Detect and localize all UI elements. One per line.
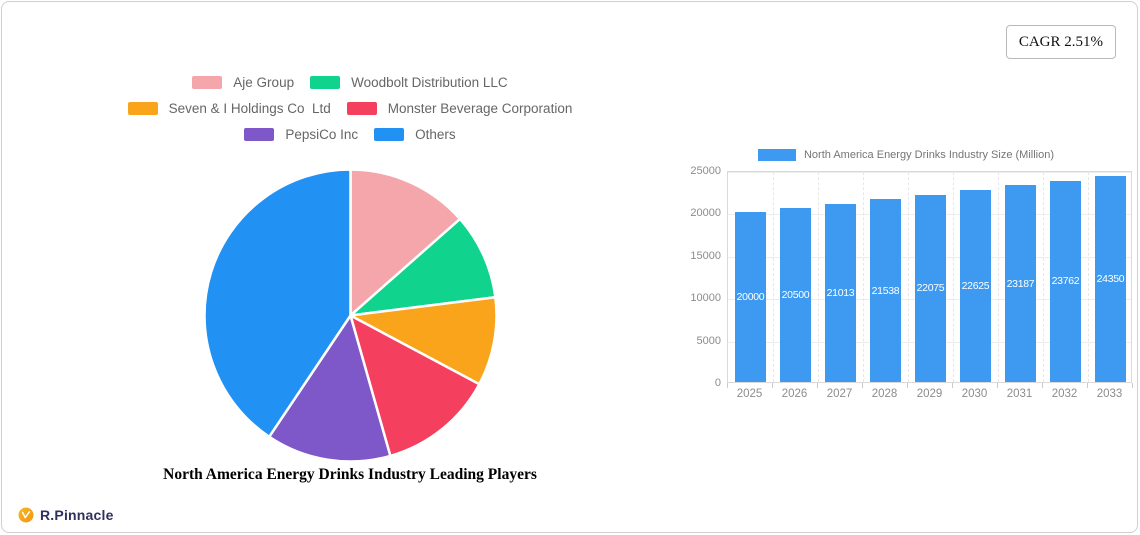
x-axis-tick-label: 2028 (871, 388, 898, 400)
bar-2031[interactable]: 23187 (1005, 185, 1036, 382)
bar-value-label: 20500 (781, 289, 810, 302)
bar-legend-swatch (757, 149, 796, 161)
pie-legend-row: Aje Group Woodbolt Distribution LLC (50, 75, 650, 90)
bar-value-label: 21538 (871, 284, 900, 297)
x-axis-tick-mark (862, 383, 863, 388)
x-axis-tick-label: 2031 (1006, 388, 1033, 400)
gridline-vertical (1043, 172, 1044, 382)
bar-value-label: 23762 (1051, 275, 1080, 288)
x-axis-tick-mark (817, 383, 818, 388)
legend-item-aje-group[interactable]: Aje Group (192, 75, 294, 90)
legend-label: Others (415, 127, 456, 142)
legend-swatch-pepsico-inc (244, 128, 275, 141)
bar-chart-section: North America Energy Drinks Industry Siz… (680, 147, 1133, 409)
legend-label: Seven & I Holdings Co Ltd (168, 101, 331, 116)
legend-item-pepsico-inc[interactable]: PepsiCo Inc (244, 127, 358, 142)
bar-value-label: 22625 (961, 280, 990, 293)
gridline-horizontal (728, 172, 1131, 173)
x-axis-tick-label: 2030 (961, 388, 988, 400)
gridline-vertical (908, 172, 909, 382)
bar-2032[interactable]: 23762 (1050, 180, 1081, 382)
x-axis-tick-mark (997, 383, 998, 388)
pie-chart-svg (203, 168, 498, 463)
x-axis-tick-mark (1087, 383, 1088, 388)
x-axis-tick-label: 2025 (736, 388, 763, 400)
logo-text: R.Pinnacle (40, 507, 114, 523)
bar-value-label: 20000 (736, 291, 765, 304)
legend-label: Aje Group (233, 75, 295, 90)
legend-label: Monster Beverage Corporation (387, 101, 573, 116)
bar-2030[interactable]: 22625 (960, 190, 991, 382)
cagr-badge: CAGR 2.51% (1005, 25, 1116, 59)
bar-value-label: 21013 (826, 286, 855, 299)
gridline-vertical (1088, 172, 1089, 382)
y-axis-tick-label: 5000 (696, 334, 721, 347)
y-axis-tick-label: 15000 (690, 249, 721, 262)
y-axis-tick-label: 25000 (690, 165, 721, 177)
legend-label: PepsiCo Inc (285, 127, 359, 142)
x-axis-tick-label: 2032 (1051, 388, 1078, 400)
legend-item-others[interactable]: Others (374, 127, 456, 142)
legend-swatch-monster-beverage-corporation (346, 102, 377, 115)
x-axis-tick-label: 2027 (826, 388, 853, 400)
y-axis-tick-label: 0 (714, 377, 721, 389)
bar-2033[interactable]: 24350 (1095, 175, 1126, 382)
bar-value-label: 24350 (1096, 272, 1125, 285)
x-axis-tick-mark (727, 383, 728, 388)
legend-swatch-aje-group (192, 76, 223, 89)
legend-swatch-others (374, 128, 405, 141)
x-axis-tick-label: 2029 (916, 388, 943, 400)
gridline-vertical (863, 172, 864, 382)
pie-legend: Aje Group Woodbolt Distribution LLC Seven … (50, 75, 650, 153)
x-axis-tick-mark (952, 383, 953, 388)
bar-2028[interactable]: 21538 (870, 199, 901, 382)
gridline-vertical (818, 172, 819, 382)
legend-item-seven-i-holdings-co-ltd[interactable]: Seven & I Holdings Co Ltd (127, 101, 331, 116)
pie-chart-title: North America Energy Drinks Industry Lea… (163, 466, 537, 483)
bar-plot-area: 20000 20500 21013 21538 22075 22625 23187 23762… (727, 171, 1132, 383)
y-axis-tick-label: 20000 (690, 207, 721, 220)
gridline-vertical (773, 172, 774, 382)
report-card: CAGR 2.51% Aje Group Woodbolt Distributio… (1, 1, 1138, 533)
x-axis-tick-mark (1132, 383, 1133, 388)
bar-legend-item[interactable]: North America Energy Drinks Industry Siz… (680, 149, 1132, 161)
gridline-vertical (953, 172, 954, 382)
bar-2025[interactable]: 20000 (735, 212, 766, 382)
legend-item-woodbolt-distribution-llc[interactable]: Woodbolt Distribution LLC (310, 75, 508, 90)
legend-swatch-woodbolt-distribution-llc (310, 76, 341, 89)
legend-item-monster-beverage-corporation[interactable]: Monster Beverage Corporation (346, 101, 573, 116)
bar-2027[interactable]: 21013 (825, 203, 856, 382)
logo-icon (18, 507, 34, 523)
bar-value-label: 23187 (1006, 277, 1035, 290)
pie-legend-row: PepsiCo Inc Others (50, 127, 650, 142)
logo: R.Pinnacle (18, 507, 114, 523)
x-axis-tick-mark (1042, 383, 1043, 388)
legend-label: Woodbolt Distribution LLC (351, 75, 508, 90)
cagr-badge-text: CAGR 2.51% (1018, 33, 1103, 50)
pie-legend-row: Seven & I Holdings Co Ltd Monster Beverag… (50, 101, 650, 116)
y-axis-tick-label: 10000 (690, 292, 721, 305)
bar-legend-label: North America Energy Drinks Industry Siz… (803, 149, 1055, 161)
pie-chart (202, 167, 499, 464)
x-axis-tick-mark (907, 383, 908, 388)
bar-2029[interactable]: 22075 (915, 194, 946, 382)
bar-value-label: 22075 (916, 282, 945, 295)
gridline-vertical (998, 172, 999, 382)
x-axis-tick-label: 2033 (1096, 388, 1123, 400)
bar-2026[interactable]: 20500 (780, 208, 811, 382)
legend-swatch-seven-i-holdings-co-ltd (127, 102, 158, 115)
x-axis-tick-mark (772, 383, 773, 388)
x-axis-tick-label: 2026 (781, 388, 808, 400)
